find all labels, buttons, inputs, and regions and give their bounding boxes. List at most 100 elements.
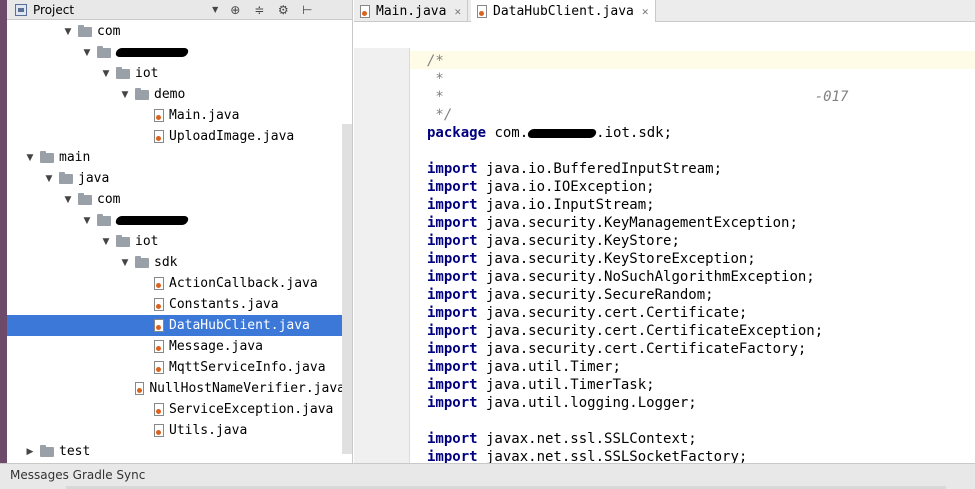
code-text: import java.io.InputStream;	[427, 197, 655, 213]
triangle-down-icon[interactable]: ▼	[212, 5, 218, 14]
editor-tab-bar: Main.java ✕ DataHubClient.java ✕	[354, 0, 975, 22]
code-line[interactable]: 9import java.io.InputStream;	[410, 196, 970, 214]
tree-scrollbar[interactable]	[342, 124, 352, 454]
tree-file-row[interactable]: Main.java	[7, 105, 345, 126]
tree-folder-row[interactable]: ▼	[7, 210, 345, 231]
code-line[interactable]: 19import java.util.TimerTask;	[410, 376, 970, 394]
code-line[interactable]: 8import java.io.IOException;	[410, 178, 970, 196]
code-line[interactable]: 21	[410, 412, 970, 430]
code-line[interactable]: 22import javax.net.ssl.SSLContext;	[410, 430, 970, 448]
chevron-down-icon[interactable]: ▼	[43, 174, 55, 184]
code-line[interactable]: 15import java.security.cert.Certificate;	[410, 304, 970, 322]
tree-item-label: Main.java	[169, 108, 240, 123]
folder-icon	[97, 213, 111, 226]
tree-folder-row[interactable]: ▼ sdk	[7, 252, 345, 273]
close-icon[interactable]: ✕	[454, 5, 461, 18]
tree-folder-row[interactable]: ▼ java	[7, 168, 345, 189]
tree-file-row[interactable]: Utils.java	[7, 420, 345, 441]
code-line[interactable]: 18import java.util.Timer;	[410, 358, 970, 376]
chevron-right-icon[interactable]: ▶	[24, 447, 36, 457]
code-text: import java.util.Timer;	[427, 359, 621, 375]
close-icon[interactable]: ✕	[642, 5, 649, 18]
tree-item-label: Constants.java	[169, 297, 279, 312]
tree-item-label: iot	[135, 234, 159, 249]
tree-item-label: ServiceException.java	[169, 402, 334, 417]
code-line[interactable]: 7import java.io.BufferedInputStream;	[410, 160, 970, 178]
code-line[interactable]: 5package com..iot.sdk;	[410, 124, 970, 142]
chevron-down-icon[interactable]: ▼	[81, 48, 93, 58]
tab-main-java[interactable]: Main.java ✕	[354, 0, 469, 22]
tree-folder-row[interactable]: ▼ com	[7, 189, 345, 210]
code-line[interactable]: 16import java.security.cert.CertificateE…	[410, 322, 970, 340]
pin-icon[interactable]: ⊢	[300, 3, 314, 17]
chevron-down-icon[interactable]: ▼	[62, 195, 74, 205]
code-text: */	[427, 107, 453, 123]
code-line[interactable]: 10import java.security.KeyManagementExce…	[410, 214, 970, 232]
folder-icon	[40, 150, 54, 163]
gear-icon[interactable]: ⚙	[276, 3, 290, 17]
java-file-icon	[360, 4, 370, 18]
tree-file-row[interactable]: Constants.java	[7, 294, 345, 315]
collapse-icon[interactable]: ≑	[252, 3, 266, 17]
tree-item-label: NullHostNameVerifier.java	[149, 381, 345, 396]
tree-file-row[interactable]: ActionCallback.java	[7, 273, 345, 294]
tree-item-label: com	[97, 24, 121, 39]
java-file-icon	[154, 424, 164, 437]
tree-folder-row[interactable]: ▼ iot	[7, 231, 345, 252]
code-editor[interactable]: 1/*2 * 3 * -0174 */5package com..iot.sdk…	[410, 48, 975, 463]
code-text: import java.security.cert.CertificateExc…	[427, 323, 824, 339]
code-line[interactable]: 14import java.security.SecureRandom;	[410, 286, 970, 304]
chevron-down-icon[interactable]: ▼	[119, 258, 131, 268]
code-text: import java.security.NoSuchAlgorithmExce…	[427, 269, 815, 285]
tree-item-label: java	[78, 171, 110, 186]
chevron-down-icon[interactable]: ▼	[24, 153, 36, 163]
chevron-down-icon[interactable]: ▼	[100, 69, 112, 79]
code-line[interactable]: 11import java.security.KeyStore;	[410, 232, 970, 250]
tree-file-row[interactable]: Message.java	[7, 336, 345, 357]
tree-folder-row[interactable]: ▼	[7, 42, 345, 63]
tree-item-label: UploadImage.java	[169, 129, 295, 144]
code-text: package com. .iot.sdk;	[427, 125, 673, 141]
code-text: import java.io.IOException;	[427, 179, 655, 195]
target-icon[interactable]: ⊕	[228, 3, 242, 17]
tree-file-row[interactable]: NullHostNameVerifier.java	[7, 378, 345, 399]
redacted-package-segment	[526, 128, 598, 138]
code-line[interactable]: 13import java.security.NoSuchAlgorithmEx…	[410, 268, 970, 286]
tree-folder-row[interactable]: ▼ iot	[7, 63, 345, 84]
folder-icon	[97, 45, 111, 58]
code-line[interactable]: 2 *	[410, 70, 970, 88]
tree-file-row[interactable]: DataHubClient.java	[7, 315, 345, 336]
tab-datahubclient-java[interactable]: DataHubClient.java ✕	[471, 0, 656, 22]
chevron-down-icon[interactable]: ▼	[100, 237, 112, 247]
tree-file-row[interactable]: MqttServiceInfo.java	[7, 357, 345, 378]
tree-file-row[interactable]: ServiceException.java	[7, 399, 345, 420]
code-line[interactable]: 6	[410, 142, 970, 160]
project-icon	[15, 3, 27, 16]
tree-item-label: MqttServiceInfo.java	[169, 360, 326, 375]
tree-item-label: sdk	[154, 255, 178, 270]
project-panel-title[interactable]: Project	[33, 3, 74, 17]
code-text: import java.security.KeyManagementExcept…	[427, 215, 798, 231]
code-line[interactable]: 23import javax.net.ssl.SSLSocketFactory;	[410, 448, 970, 463]
code-line[interactable]: 3 * -017	[410, 88, 970, 106]
tree-folder-row[interactable]: ▼ demo	[7, 84, 345, 105]
code-line[interactable]: 4 */	[410, 106, 970, 124]
tree-file-row[interactable]: UploadImage.java	[7, 126, 345, 147]
tree-folder-row[interactable]: ▼ com	[7, 21, 345, 42]
code-line[interactable]: 12import java.security.KeyStoreException…	[410, 250, 970, 268]
bottom-tool-tabs[interactable]: Messages Gradle Sync	[10, 468, 145, 482]
redacted-package-name	[114, 216, 190, 225]
code-line[interactable]: 1/*	[410, 52, 970, 70]
tree-item-label: test	[59, 444, 91, 459]
tree-item-label: Utils.java	[169, 423, 248, 438]
chevron-down-icon[interactable]: ▼	[119, 90, 131, 100]
code-line[interactable]: 17import java.security.cert.CertificateF…	[410, 340, 970, 358]
tree-folder-row[interactable]: ▶ test	[7, 441, 345, 462]
code-text: import java.security.cert.Certificate;	[427, 305, 748, 321]
folder-icon	[40, 444, 54, 457]
tree-item-label: main	[59, 150, 91, 165]
code-line[interactable]: 20import java.util.logging.Logger;	[410, 394, 970, 412]
tree-folder-row[interactable]: ▼ main	[7, 147, 345, 168]
chevron-down-icon[interactable]: ▼	[62, 27, 74, 37]
chevron-down-icon[interactable]: ▼	[81, 216, 93, 226]
